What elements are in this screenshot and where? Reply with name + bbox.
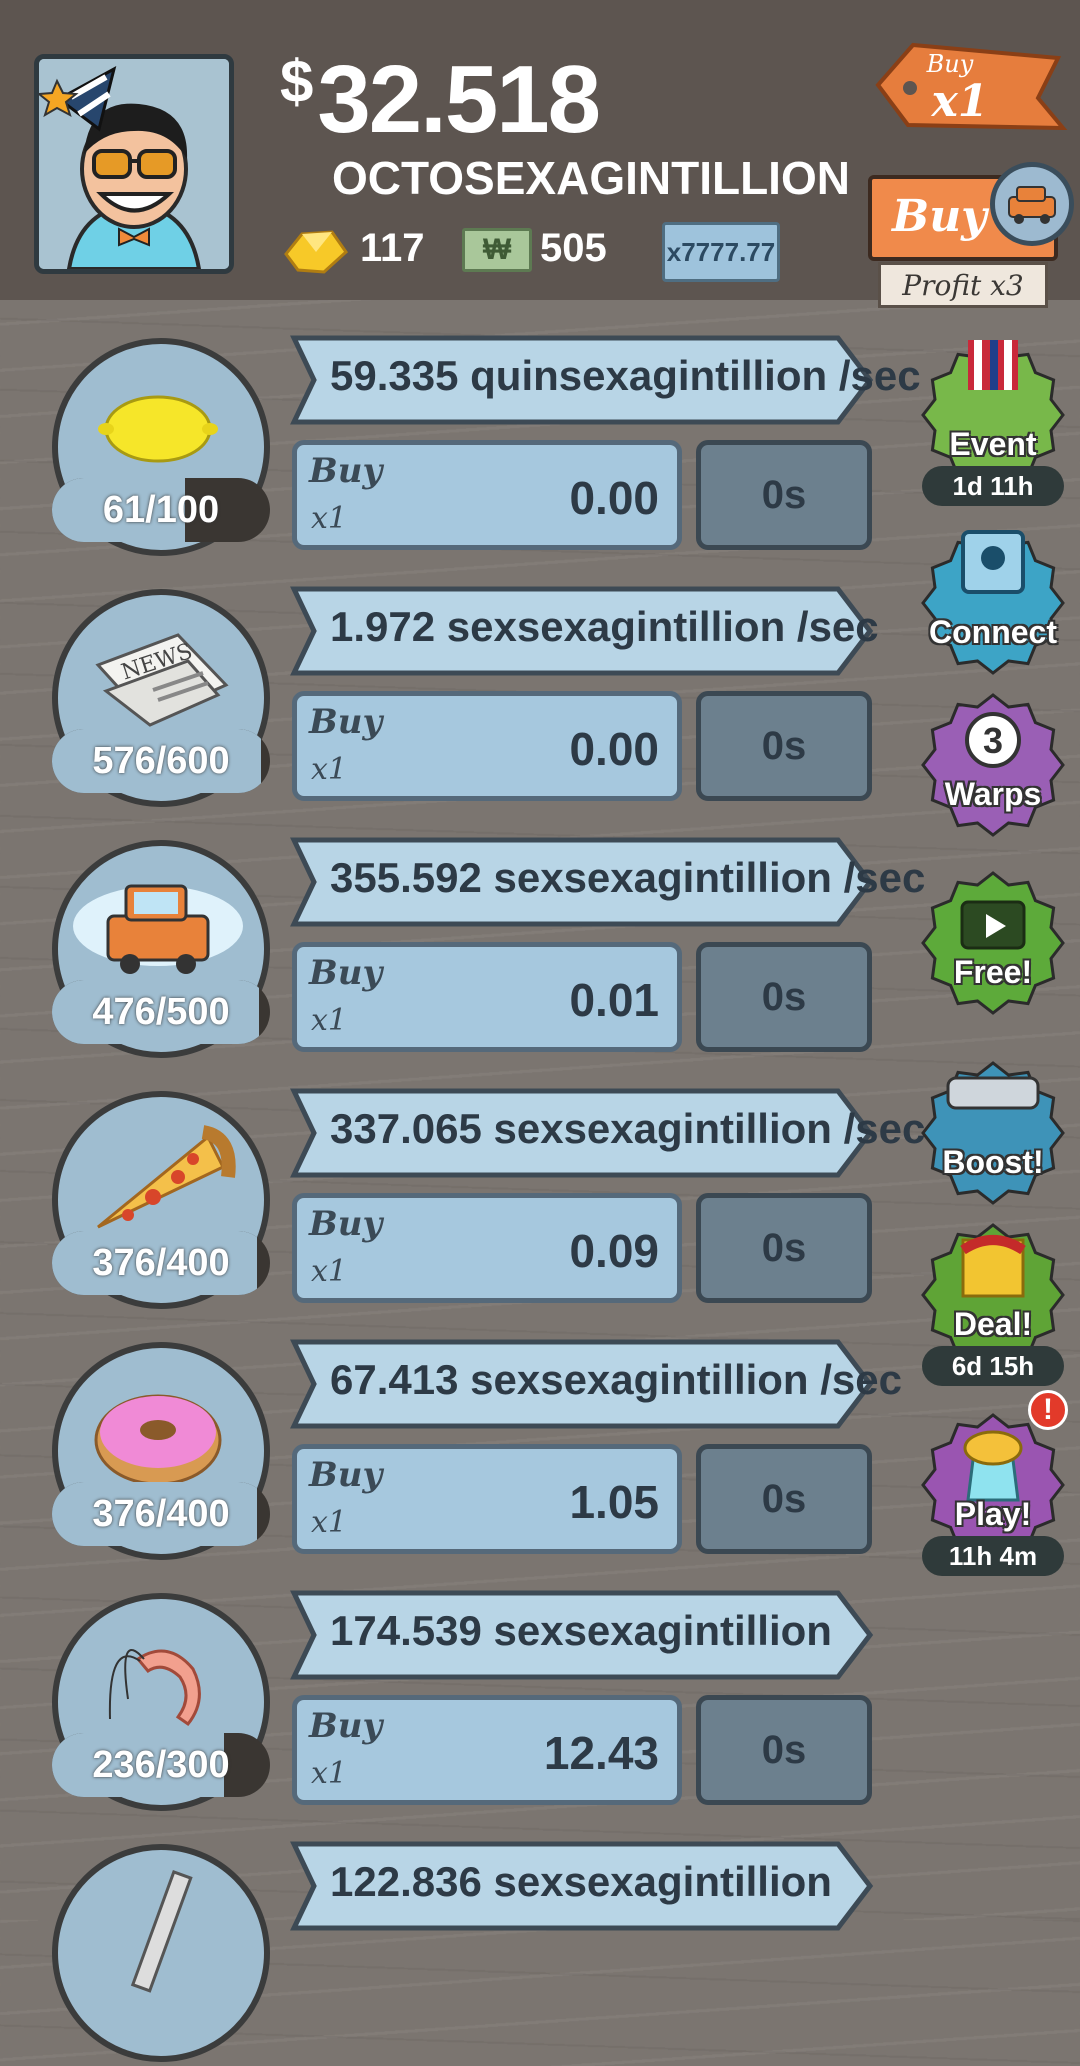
event-button[interactable]: Event 1d 11h [918, 330, 1068, 506]
currency-symbol: $ [280, 48, 313, 115]
buy-quantity: x1 [311, 1505, 348, 1540]
owned-progress: 476/500 [52, 980, 270, 1044]
rate-text: 337.065 sexsexagintillion /sec [330, 1105, 926, 1152]
buy-business-button[interactable]: Buy x1 12.43 [292, 1695, 682, 1805]
play-button[interactable]: Play! 11h 4m! [918, 1390, 1068, 1576]
rate-text: 59.335 quinsexagintillion /sec [330, 352, 921, 399]
buy-label: Buy [309, 702, 383, 742]
business-row: 476/500 355.592 sexsexagintillion /sec Buy… [0, 832, 925, 1062]
buy-tag-amount: x1 [931, 76, 989, 127]
business-row: 61/100 59.335 quinsexagintillion /sec Buy x… [0, 330, 921, 560]
header-bar: $32.518 OCTOSEXAGINTILLION 117 ₩ 505 x77… [0, 0, 1080, 308]
deal-button[interactable]: Deal! 6d 15h [918, 1210, 1068, 1386]
buy-cost: 0.09 [569, 1225, 659, 1277]
megabucks-icon: ₩ [462, 228, 532, 272]
rate-text: 355.592 sexsexagintillion /sec [330, 854, 926, 901]
owned-count: 376/400 [92, 1241, 230, 1284]
warps-count: 3 [982, 720, 1004, 761]
buy-business-button[interactable]: Buy x1 0.09 [292, 1193, 682, 1303]
event-timer: 1d 11h [922, 466, 1064, 506]
owned-progress: 376/400 [52, 1231, 270, 1295]
business-row: 376/400 67.413 sexsexagintillion /sec Buy x… [0, 1334, 903, 1564]
business-row: 236/300 174.539 sexsexagintillion Buy x1 12.… [0, 1585, 900, 1815]
buy-label: Buy [309, 1204, 383, 1244]
connect-label: Connect [929, 614, 1057, 650]
upgrade-car-icon [990, 162, 1074, 246]
alert-icon: ! [1028, 1390, 1068, 1430]
buy-label: Buy [309, 953, 383, 993]
gold-icon [284, 230, 348, 274]
business-button[interactable] [52, 1844, 270, 2062]
business-row: 376/400 337.065 sexsexagintillion /sec Buy… [0, 1083, 925, 1313]
buy-business-button[interactable]: Buy x1 0.00 [292, 691, 682, 801]
money-unit: OCTOSEXAGINTILLION [332, 152, 850, 204]
boost-label: Boost! [942, 1144, 1044, 1180]
warps-label: Warps [944, 776, 1042, 812]
hockey-stick-icon [130, 1869, 193, 1993]
owned-count: 236/300 [92, 1743, 230, 1786]
buy-quantity: x1 [311, 752, 348, 787]
money-display: $32.518 [280, 52, 601, 148]
buy-upgrade-label: Buy [892, 191, 987, 242]
owned-progress: 236/300 [52, 1733, 270, 1797]
rate-text: 122.836 sexsexagintillion [330, 1858, 832, 1905]
buy-cost: 0.00 [569, 723, 659, 775]
buy-quantity: x1 [311, 1254, 348, 1289]
boost-button[interactable]: Boost! [918, 1048, 1068, 1218]
buy-label: Buy [309, 451, 383, 491]
buy-cost: 1.05 [569, 1476, 659, 1528]
buy-cost: 12.43 [543, 1727, 659, 1779]
cycle-timer: 0s [696, 440, 872, 550]
business-row: NEWS 576/600 1.972 sexsexagintillion /sec B… [0, 581, 900, 811]
rate-text: 174.539 sexsexagintillion [330, 1607, 832, 1654]
multiplier-badge[interactable]: x7777.77 [662, 222, 780, 282]
owned-progress: 61/100 [52, 478, 270, 542]
money-amount: 32.518 [317, 46, 601, 153]
megabucks-count: 505 [540, 226, 607, 270]
buy-tag-label: Buy [926, 50, 974, 78]
buy-label: Buy [309, 1455, 383, 1495]
buy-business-button[interactable]: Buy x1 0.01 [292, 942, 682, 1052]
owned-count: 61/100 [102, 488, 220, 531]
warps-button[interactable]: 3 Warps [918, 680, 1068, 850]
cycle-timer: 0s [696, 691, 872, 801]
owned-count: 576/600 [92, 739, 230, 782]
buy-quantity: x1 [311, 1756, 348, 1791]
cycle-timer: 0s [696, 1695, 872, 1805]
buy-cost: 0.00 [569, 472, 659, 524]
buy-cost: 0.01 [569, 974, 659, 1026]
deal-label: Deal! [953, 1306, 1033, 1342]
avatar[interactable] [34, 54, 234, 274]
business-row: 122.836 sexsexagintillion [0, 1836, 900, 2066]
play-label: Play! [954, 1496, 1032, 1532]
owned-progress: 576/600 [52, 729, 270, 793]
rate-text: 67.413 sexsexagintillion /sec [330, 1356, 903, 1403]
profit-label: Profit x3 [878, 262, 1048, 308]
owned-count: 476/500 [92, 990, 230, 1033]
gold-count: 117 [360, 226, 425, 270]
free-label: Free! [953, 954, 1033, 990]
buy-label: Buy [309, 1706, 383, 1746]
connect-button[interactable]: Connect [918, 518, 1068, 688]
buy-business-button[interactable]: Buy x1 1.05 [292, 1444, 682, 1554]
buy-quantity: x1 [311, 1003, 348, 1038]
avatar-portrait-icon [39, 59, 229, 269]
event-label: Event [949, 426, 1037, 462]
deal-timer: 6d 15h [922, 1346, 1064, 1386]
rate-text: 1.972 sexsexagintillion /sec [330, 603, 879, 650]
buy-quantity: x1 [311, 501, 348, 536]
cycle-timer: 0s [696, 1444, 872, 1554]
free-button[interactable]: Free! [918, 858, 1068, 1028]
cycle-timer: 0s [696, 1193, 872, 1303]
cycle-timer: 0s [696, 942, 872, 1052]
owned-count: 376/400 [92, 1492, 230, 1535]
buy-business-button[interactable]: Buy x1 0.00 [292, 440, 682, 550]
owned-progress: 376/400 [52, 1482, 270, 1546]
play-timer: 11h 4m [922, 1536, 1064, 1576]
